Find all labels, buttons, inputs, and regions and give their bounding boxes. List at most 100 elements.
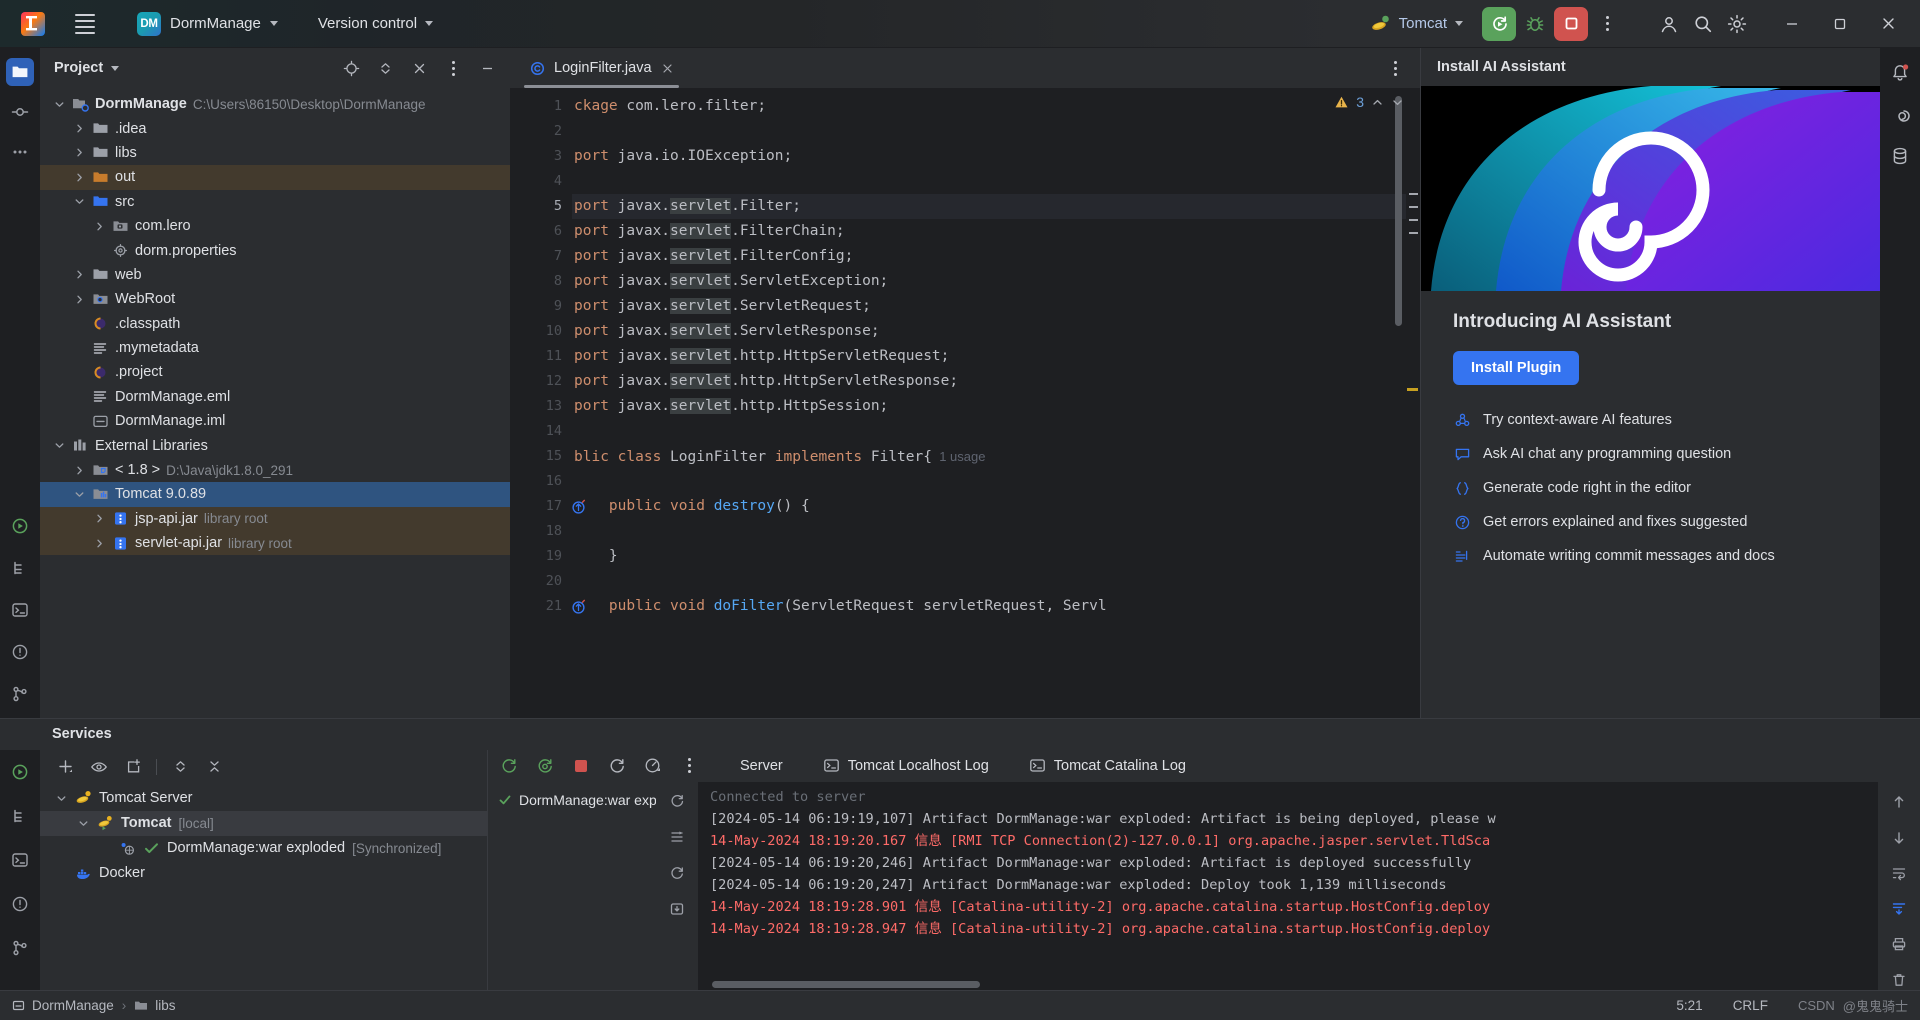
- tree-row[interactable]: libs: [40, 141, 510, 165]
- stop-icon[interactable]: [570, 755, 592, 777]
- inspection-widget[interactable]: 3: [1334, 94, 1404, 110]
- tree-row[interactable]: DormManage.iml: [40, 409, 510, 433]
- tree-row[interactable]: .classpath: [40, 312, 510, 336]
- console-output[interactable]: Connected to server [2024-05-14 06:19:19,…: [698, 782, 1878, 990]
- services-tree[interactable]: Tomcat Server Tomcat [local] DormManage:war…: [40, 784, 487, 990]
- tree-row[interactable]: DormManage C:\Users\86150\Desktop\DormMan…: [40, 92, 510, 116]
- disclosure-triangle-icon[interactable]: [92, 538, 106, 549]
- disclosure-triangle-icon[interactable]: [54, 793, 68, 804]
- code-line[interactable]: port javax.servlet.Filter;: [572, 194, 1420, 219]
- trash-icon[interactable]: [1888, 970, 1910, 990]
- redeploy-icon[interactable]: [666, 898, 688, 920]
- notifications-button[interactable]: [1886, 58, 1914, 86]
- sidebar-item-problems[interactable]: [6, 638, 34, 666]
- code-line[interactable]: port javax.servlet.http.HttpServletReque…: [572, 344, 1420, 369]
- panel-options-icon[interactable]: [440, 55, 466, 81]
- expand-collapse-icon[interactable]: [372, 55, 398, 81]
- maximize-button[interactable]: [1818, 1, 1862, 47]
- disclosure-triangle-icon[interactable]: [72, 294, 86, 305]
- more-actions-button[interactable]: [1592, 9, 1622, 39]
- tree-row[interactable]: com.lero: [40, 214, 510, 238]
- tree-row[interactable]: servlet-api.jar library root: [40, 531, 510, 556]
- new-tab-icon[interactable]: [122, 756, 144, 778]
- disclosure-triangle-icon[interactable]: [72, 465, 86, 476]
- ai-assistant-button[interactable]: [1886, 100, 1914, 128]
- disclosure-triangle-icon[interactable]: [52, 99, 66, 110]
- code-line[interactable]: ckage com.lero.filter;: [572, 94, 1420, 119]
- main-menu-button[interactable]: [68, 7, 102, 41]
- sidebar-item-commit[interactable]: [6, 98, 34, 126]
- version-control-button[interactable]: Version control: [309, 10, 442, 37]
- tree-row[interactable]: out: [40, 165, 510, 190]
- editor-tab-loginfilter[interactable]: LoginFilter.java: [518, 48, 685, 88]
- disclosure-triangle-icon[interactable]: [92, 221, 106, 232]
- stop-button[interactable]: [1554, 6, 1588, 41]
- code-line[interactable]: port javax.servlet.ServletResponse;: [572, 319, 1420, 344]
- caret-position[interactable]: 5:21: [1676, 998, 1702, 1013]
- code-line[interactable]: port javax.servlet.FilterChain;: [572, 219, 1420, 244]
- code-content[interactable]: ckage com.lero.filter; port java.io.IOEx…: [572, 88, 1420, 718]
- code-line[interactable]: port javax.servlet.http.HttpSession;: [572, 394, 1420, 419]
- console-hscrollbar[interactable]: [712, 981, 980, 988]
- console-kebab-icon[interactable]: [678, 755, 700, 777]
- restart-icon[interactable]: [606, 755, 628, 777]
- code-line[interactable]: port javax.servlet.ServletException;: [572, 269, 1420, 294]
- disclosure-triangle-icon[interactable]: [72, 489, 86, 500]
- code-line[interactable]: port javax.servlet.http.HttpServletRespo…: [572, 369, 1420, 394]
- sidebar-item-version-control[interactable]: [6, 680, 34, 708]
- install-plugin-button[interactable]: Install Plugin: [1453, 351, 1580, 385]
- account-button[interactable]: [1654, 9, 1684, 39]
- eye-icon[interactable]: [88, 756, 110, 778]
- disclosure-triangle-icon[interactable]: [72, 196, 86, 207]
- arrow-up-icon[interactable]: [1888, 792, 1910, 812]
- scroll-end-icon[interactable]: [1888, 899, 1910, 919]
- chevron-down-icon[interactable]: [111, 65, 120, 71]
- error-stripe-bar[interactable]: [1406, 88, 1420, 718]
- breadcrumb-folder[interactable]: libs: [134, 998, 176, 1013]
- problems-tool-window-icon[interactable]: [6, 890, 34, 918]
- tree-row[interactable]: dorm.properties: [40, 238, 510, 262]
- tree-row[interactable]: External Libraries: [40, 433, 510, 457]
- tree-row[interactable]: src: [40, 190, 510, 214]
- sidebar-item-project[interactable]: [5, 58, 34, 86]
- collapse-all-icon[interactable]: [203, 756, 225, 778]
- disclosure-triangle-icon[interactable]: [76, 818, 90, 829]
- code-line[interactable]: blic class LoginFilter implements Filter…: [572, 444, 1420, 469]
- tree-row[interactable]: Tomcat 9.0.89: [40, 482, 510, 507]
- close-button[interactable]: [1866, 1, 1910, 47]
- update-icon[interactable]: [666, 862, 688, 884]
- terminal-tool-window-icon[interactable]: [6, 846, 34, 874]
- add-service-icon[interactable]: [54, 756, 76, 778]
- project-tree[interactable]: DormManage C:\Users\86150\Desktop\DormMan…: [40, 88, 510, 718]
- search-everywhere-button[interactable]: [1688, 9, 1718, 39]
- deployment-item[interactable]: DormManage:war explod: [488, 788, 656, 812]
- stack-icon[interactable]: [666, 826, 688, 848]
- vcs-tool-window-icon[interactable]: [6, 934, 34, 962]
- project-selector[interactable]: DM DormManage: [128, 7, 287, 41]
- code-line[interactable]: port java.io.IOException;: [572, 144, 1420, 169]
- chevron-down-icon[interactable]: [1391, 96, 1404, 109]
- sidebar-item-structure[interactable]: [6, 554, 34, 582]
- profiler-icon[interactable]: [642, 755, 664, 777]
- console-tab[interactable]: Tomcat Localhost Log: [813, 754, 999, 777]
- service-row[interactable]: Docker: [40, 861, 487, 886]
- sidebar-item-terminal[interactable]: [6, 596, 34, 624]
- sidebar-item-run[interactable]: [6, 512, 34, 540]
- code-line[interactable]: [572, 469, 1420, 494]
- console-tab[interactable]: Tomcat Catalina Log: [1019, 754, 1196, 777]
- disclosure-triangle-icon[interactable]: [92, 513, 106, 524]
- tree-row[interactable]: .idea: [40, 116, 510, 140]
- service-row[interactable]: Tomcat Server: [40, 786, 487, 811]
- close-icon[interactable]: [661, 61, 675, 75]
- breadcrumb-project[interactable]: DormManage: [12, 998, 114, 1013]
- arrow-down-icon[interactable]: [1888, 828, 1910, 848]
- code-line[interactable]: [572, 119, 1420, 144]
- rerun-icon[interactable]: [498, 755, 520, 777]
- sidebar-item-more[interactable]: [6, 138, 34, 166]
- editor-scrollbar[interactable]: [1395, 96, 1402, 326]
- disclosure-triangle-icon[interactable]: [52, 440, 66, 451]
- disclosure-triangle-icon[interactable]: [72, 123, 86, 134]
- expand-collapse-icon[interactable]: [169, 756, 191, 778]
- code-line[interactable]: [572, 169, 1420, 194]
- settings-button[interactable]: [1722, 9, 1752, 39]
